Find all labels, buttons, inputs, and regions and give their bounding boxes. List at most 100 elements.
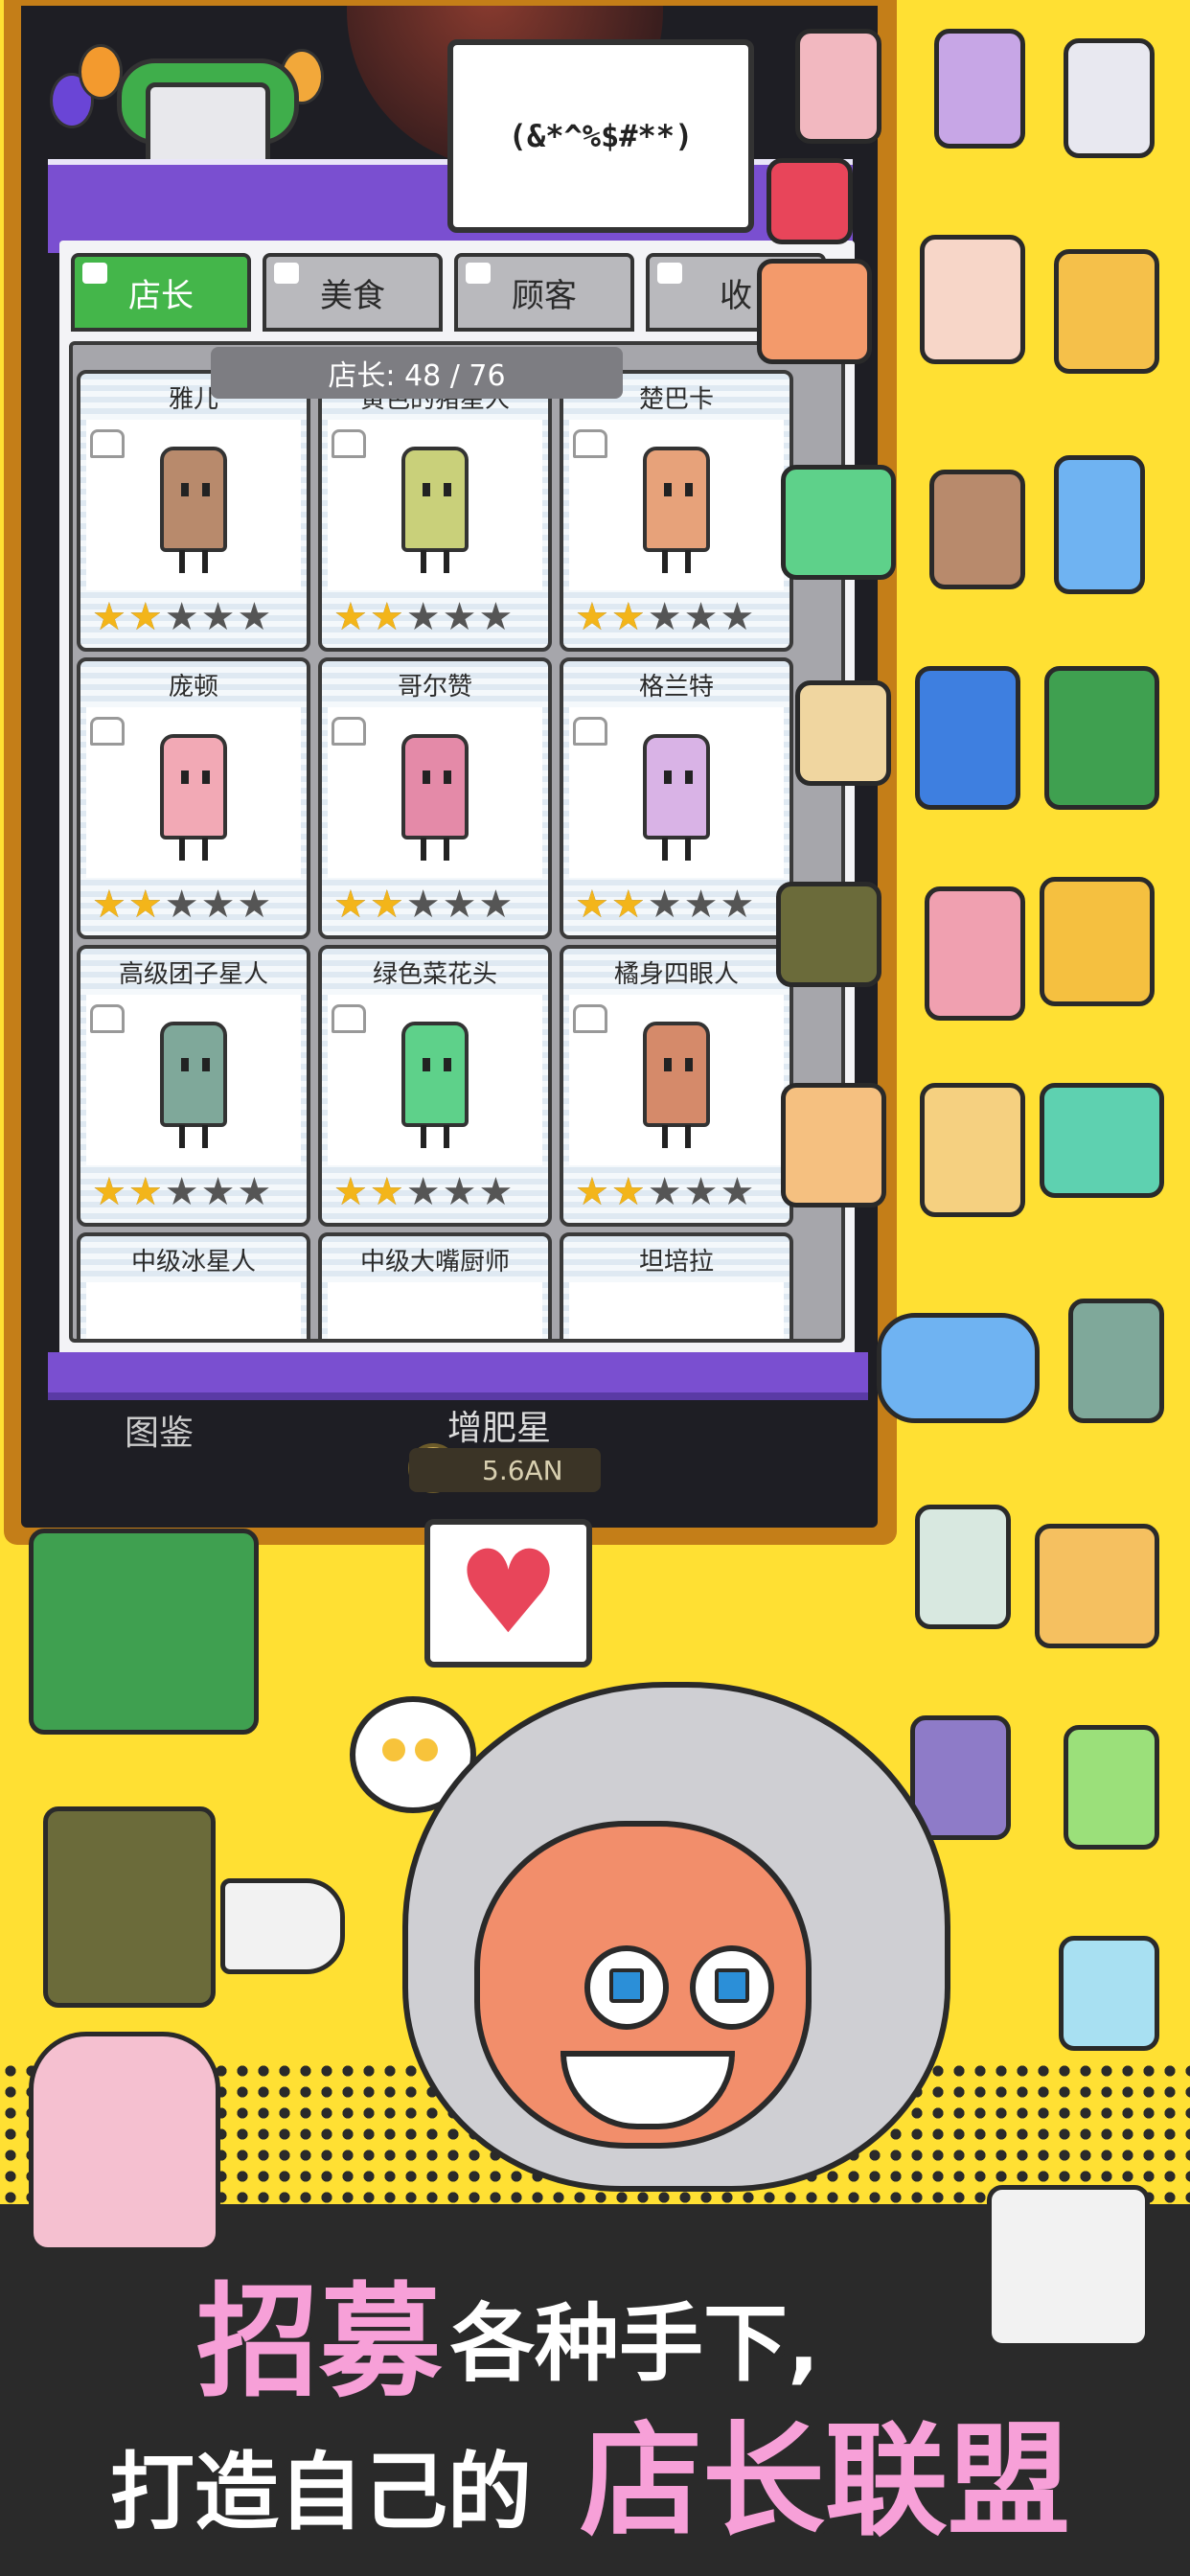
character-candy-jar <box>1059 1936 1159 2051</box>
character-pink-heart <box>925 886 1025 1021</box>
manager-card[interactable]: 雅儿 ★ ★ ★ ★ ★ <box>77 370 310 652</box>
sprite-eye <box>181 770 189 784</box>
star-icon: ★ <box>575 883 609 927</box>
character-pink-chef <box>795 29 881 144</box>
character-pink-hair <box>29 2032 220 2252</box>
card-background <box>86 1282 301 1339</box>
star-icon: ★ <box>369 1170 404 1214</box>
star-icon: ★ <box>683 883 719 927</box>
star-icon: ★ <box>575 1170 609 1214</box>
star-icon: ★ <box>478 595 514 639</box>
character-money-bag <box>29 1529 259 1735</box>
star-rating: ★ ★ ★ ★ ★ <box>92 886 271 924</box>
star-icon: ★ <box>92 1170 126 1214</box>
headline-alliance: 店长联盟 <box>577 2408 1072 2556</box>
manager-sprite <box>401 1022 469 1148</box>
headline-subtitle-2: 打造自己的 <box>107 2441 534 2544</box>
star-icon: ★ <box>720 883 755 927</box>
sprite-leg <box>179 550 185 573</box>
sprite-leg <box>662 550 668 573</box>
sprite-leg <box>202 1125 208 1148</box>
star-icon: ★ <box>610 595 646 639</box>
manager-card[interactable]: 楚巴卡 ★ ★ ★ ★ ★ <box>560 370 793 652</box>
sprite-leg <box>685 550 691 573</box>
character-headband <box>776 882 881 987</box>
character-bell <box>1054 249 1159 374</box>
manager-name: 橘身四眼人 <box>613 960 739 989</box>
star-rating: ★ ★ ★ ★ ★ <box>92 598 271 636</box>
character-white-bird <box>987 2185 1150 2348</box>
star-icon: ★ <box>127 883 163 927</box>
manager-name: 中级冰星人 <box>130 1248 256 1276</box>
hero-eye <box>690 1945 774 2030</box>
star-rating: ★ ★ ★ ★ ★ <box>333 1173 513 1211</box>
manager-card[interactable]: 坦培拉 <box>560 1232 793 1339</box>
star-icon: ★ <box>478 1170 514 1214</box>
sprite-eye <box>685 483 693 496</box>
manager-name: 坦培拉 <box>638 1248 714 1276</box>
manager-card[interactable]: 中级冰星人 <box>77 1232 310 1339</box>
manager-sprite <box>643 1022 710 1148</box>
tab-customers[interactable]: 顾客 <box>454 253 634 332</box>
sprite-eye <box>685 770 693 784</box>
game-screen: 店长 美食 顾客 收 雅儿 ★ ★ ★ ★ ★ 黄色的猪星人 ★ ★ ★ ★ ★ 楚巴卡 ★ ★ ★ ★ ★ 庞顿 ★… <box>21 6 878 1528</box>
chef-hat-icon <box>573 717 607 746</box>
star-icon: ★ <box>127 595 163 639</box>
star-rating: ★ ★ ★ ★ ★ <box>575 1173 754 1211</box>
manager-card[interactable]: 橘身四眼人 ★ ★ ★ ★ ★ <box>560 945 793 1227</box>
star-icon: ★ <box>405 883 441 927</box>
star-rating: ★ ★ ★ ★ ★ <box>575 886 754 924</box>
sprite-eye <box>444 1058 451 1071</box>
star-icon: ★ <box>575 595 609 639</box>
star-rating: ★ ★ ★ ★ ★ <box>92 1173 271 1211</box>
manager-card[interactable]: 黄色的猪星人 ★ ★ ★ ★ ★ <box>318 370 552 652</box>
character-jar <box>1064 1725 1159 1850</box>
sprite-eye <box>444 770 451 784</box>
star-icon: ★ <box>164 595 199 639</box>
chef-hat-icon <box>332 429 366 458</box>
collection-icon <box>657 263 682 284</box>
sprite-leg <box>685 838 691 861</box>
star-icon: ★ <box>333 883 368 927</box>
star-rating: ★ ★ ★ ★ ★ <box>333 598 513 636</box>
tab-managers[interactable]: 店长 <box>71 253 251 332</box>
manager-card[interactable]: 格兰特 ★ ★ ★ ★ ★ <box>560 657 793 939</box>
star-icon: ★ <box>369 883 404 927</box>
tab-food[interactable]: 美食 <box>263 253 443 332</box>
star-icon: ★ <box>442 883 477 927</box>
manager-card[interactable]: 哥尔赞 ★ ★ ★ ★ ★ <box>318 657 552 939</box>
character-pompadour <box>1064 38 1155 158</box>
star-icon: ★ <box>237 883 272 927</box>
chef-hat-icon <box>332 717 366 746</box>
manager-card[interactable]: 高级团子星人 ★ ★ ★ ★ ★ <box>77 945 310 1227</box>
character-clown <box>915 1505 1011 1629</box>
manager-card[interactable]: 绿色菜花头 ★ ★ ★ ★ ★ <box>318 945 552 1227</box>
heart-icon: ♥ <box>456 1526 561 1660</box>
sprite-eye <box>181 1058 189 1071</box>
star-icon: ★ <box>164 883 199 927</box>
card-background <box>328 1282 542 1339</box>
star-icon: ★ <box>333 1170 368 1214</box>
chef-hat-icon <box>90 717 125 746</box>
star-icon: ★ <box>92 883 126 927</box>
chef-hat-icon <box>90 429 125 458</box>
manager-name: 格兰特 <box>638 673 714 702</box>
character-crown-blob <box>877 1313 1040 1423</box>
character-cheese <box>920 1083 1025 1217</box>
chef-hat-icon <box>332 1004 366 1033</box>
sprite-eye <box>202 483 210 496</box>
chef-hat-icon <box>573 429 607 458</box>
star-icon: ★ <box>610 883 646 927</box>
sprite-eye <box>664 1058 672 1071</box>
star-icon: ★ <box>200 883 236 927</box>
manager-card[interactable]: 庞顿 ★ ★ ★ ★ ★ <box>77 657 310 939</box>
character-mustache <box>929 470 1025 589</box>
star-icon: ★ <box>92 595 126 639</box>
sprite-leg <box>662 1125 668 1148</box>
star-icon: ★ <box>647 1170 682 1214</box>
star-icon: ★ <box>720 595 755 639</box>
codex-button[interactable]: 图鉴 <box>125 1405 194 1455</box>
speech-bubble: (&*^%$#**) <box>447 39 754 233</box>
character-glasses <box>757 259 872 364</box>
manager-card[interactable]: 中级大嘴厨师 <box>318 1232 552 1339</box>
